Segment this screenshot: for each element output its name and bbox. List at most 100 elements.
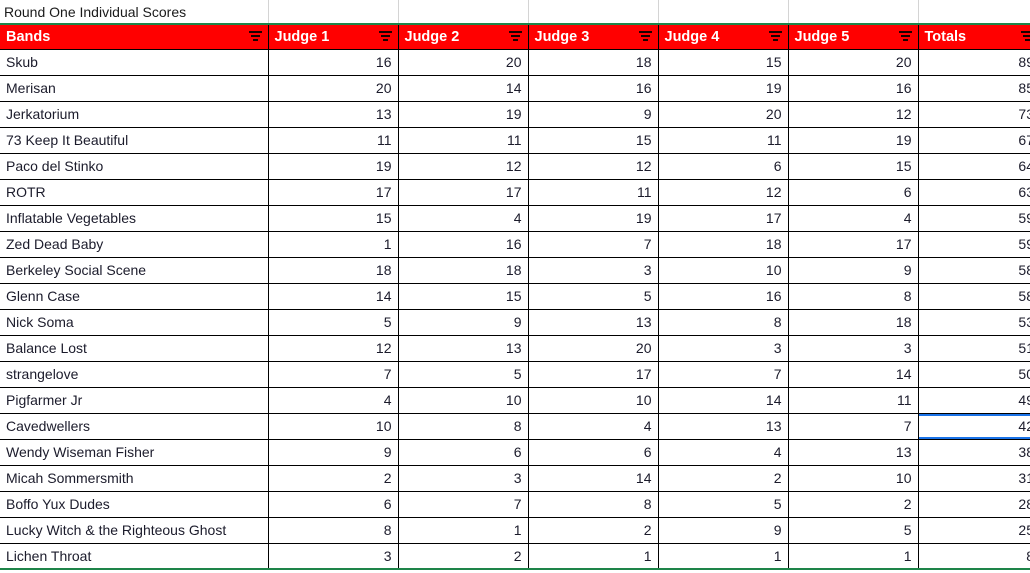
score-cell[interactable]: 51 bbox=[918, 335, 1030, 362]
score-cell[interactable]: 16 bbox=[268, 49, 399, 76]
score-cell[interactable]: 8 bbox=[398, 413, 529, 440]
score-cell[interactable]: 5 bbox=[528, 283, 659, 310]
score-cell[interactable]: 19 bbox=[528, 205, 659, 232]
score-cell[interactable]: 13 bbox=[788, 439, 919, 466]
score-cell[interactable]: 2 bbox=[268, 465, 399, 492]
empty-title-cell[interactable] bbox=[398, 0, 529, 25]
filter-icon[interactable] bbox=[508, 31, 522, 42]
score-cell[interactable]: 85 bbox=[918, 75, 1030, 102]
score-cell[interactable]: 7 bbox=[528, 231, 659, 258]
band-name-cell[interactable]: strangelove bbox=[0, 361, 269, 388]
band-name-cell[interactable]: Merisan bbox=[0, 75, 269, 102]
score-cell[interactable]: 2 bbox=[658, 465, 789, 492]
band-name-cell[interactable]: 73 Keep It Beautiful bbox=[0, 127, 269, 154]
score-cell[interactable]: 59 bbox=[918, 231, 1030, 258]
score-cell[interactable]: 1 bbox=[528, 543, 659, 570]
score-cell[interactable]: 14 bbox=[398, 75, 529, 102]
score-cell[interactable]: 9 bbox=[528, 101, 659, 128]
score-cell[interactable]: 38 bbox=[918, 439, 1030, 466]
empty-title-cell[interactable] bbox=[528, 0, 659, 25]
score-cell[interactable]: 28 bbox=[918, 491, 1030, 518]
band-name-cell[interactable]: Inflatable Vegetables bbox=[0, 205, 269, 232]
filter-icon[interactable] bbox=[248, 31, 262, 42]
score-cell[interactable]: 12 bbox=[788, 101, 919, 128]
score-cell[interactable]: 4 bbox=[528, 413, 659, 440]
score-cell[interactable]: 17 bbox=[658, 205, 789, 232]
score-cell[interactable]: 9 bbox=[268, 439, 399, 466]
score-cell[interactable]: 18 bbox=[268, 257, 399, 284]
score-cell[interactable]: 19 bbox=[658, 75, 789, 102]
score-cell[interactable]: 16 bbox=[398, 231, 529, 258]
band-name-cell[interactable]: Boffo Yux Dudes bbox=[0, 491, 269, 518]
score-cell[interactable]: 9 bbox=[398, 309, 529, 336]
band-name-cell[interactable]: Micah Sommersmith bbox=[0, 465, 269, 492]
score-cell[interactable]: 10 bbox=[528, 387, 659, 414]
score-cell[interactable]: 59 bbox=[918, 205, 1030, 232]
score-cell[interactable]: 12 bbox=[398, 153, 529, 180]
score-cell[interactable]: 14 bbox=[788, 361, 919, 388]
score-cell[interactable]: 15 bbox=[528, 127, 659, 154]
score-cell[interactable]: 1 bbox=[268, 231, 399, 258]
score-cell[interactable]: 13 bbox=[658, 413, 789, 440]
score-cell[interactable]: 3 bbox=[528, 257, 659, 284]
score-cell[interactable]: 6 bbox=[398, 439, 529, 466]
score-cell[interactable]: 17 bbox=[528, 361, 659, 388]
empty-title-cell[interactable] bbox=[268, 0, 399, 25]
column-header-totals[interactable]: Totals bbox=[918, 23, 1030, 50]
score-cell[interactable]: 9 bbox=[788, 257, 919, 284]
score-cell[interactable]: 3 bbox=[658, 335, 789, 362]
score-cell[interactable]: 13 bbox=[398, 335, 529, 362]
band-name-cell[interactable]: Balance Lost bbox=[0, 335, 269, 362]
score-cell[interactable]: 7 bbox=[658, 361, 789, 388]
score-cell[interactable]: 18 bbox=[528, 49, 659, 76]
band-name-cell[interactable]: Skub bbox=[0, 49, 269, 76]
score-cell[interactable]: 5 bbox=[658, 491, 789, 518]
score-cell[interactable]: 8 bbox=[918, 543, 1030, 570]
column-header-judge-4[interactable]: Judge 4 bbox=[658, 23, 789, 50]
score-cell[interactable]: 19 bbox=[788, 127, 919, 154]
band-name-cell[interactable]: Paco del Stinko bbox=[0, 153, 269, 180]
score-cell[interactable]: 11 bbox=[658, 127, 789, 154]
band-name-cell[interactable]: Lichen Throat bbox=[0, 543, 269, 570]
score-cell[interactable]: 17 bbox=[788, 231, 919, 258]
band-name-cell[interactable]: Wendy Wiseman Fisher bbox=[0, 439, 269, 466]
column-header-judge-2[interactable]: Judge 2 bbox=[398, 23, 529, 50]
score-cell[interactable]: 8 bbox=[528, 491, 659, 518]
score-cell[interactable]: 53 bbox=[918, 309, 1030, 336]
score-cell[interactable]: 11 bbox=[528, 179, 659, 206]
score-cell[interactable]: 63 bbox=[918, 179, 1030, 206]
filter-icon[interactable] bbox=[378, 31, 392, 42]
score-cell[interactable]: 15 bbox=[268, 205, 399, 232]
score-cell[interactable]: 20 bbox=[788, 49, 919, 76]
score-cell[interactable]: 73 bbox=[918, 101, 1030, 128]
score-cell[interactable]: 20 bbox=[528, 335, 659, 362]
empty-title-cell[interactable] bbox=[788, 0, 919, 25]
score-cell[interactable]: 89 bbox=[918, 49, 1030, 76]
score-cell[interactable]: 11 bbox=[788, 387, 919, 414]
score-cell[interactable]: 12 bbox=[268, 335, 399, 362]
filter-icon[interactable] bbox=[1021, 31, 1030, 42]
score-cell[interactable]: 11 bbox=[398, 127, 529, 154]
score-cell[interactable]: 15 bbox=[398, 283, 529, 310]
score-cell[interactable]: 18 bbox=[788, 309, 919, 336]
score-cell[interactable]: 20 bbox=[268, 75, 399, 102]
score-cell[interactable]: 2 bbox=[528, 517, 659, 544]
score-cell[interactable]: 18 bbox=[658, 231, 789, 258]
score-cell[interactable]: 58 bbox=[918, 283, 1030, 310]
score-cell[interactable]: 15 bbox=[788, 153, 919, 180]
score-cell[interactable]: 19 bbox=[398, 101, 529, 128]
column-header-judge-1[interactable]: Judge 1 bbox=[268, 23, 399, 50]
score-cell[interactable]: 12 bbox=[658, 179, 789, 206]
score-cell[interactable]: 25 bbox=[918, 517, 1030, 544]
score-cell[interactable]: 10 bbox=[268, 413, 399, 440]
score-cell[interactable]: 1 bbox=[398, 517, 529, 544]
score-cell[interactable]: 67 bbox=[918, 127, 1030, 154]
score-cell[interactable]: 15 bbox=[658, 49, 789, 76]
score-cell[interactable]: 7 bbox=[268, 361, 399, 388]
score-cell[interactable]: 3 bbox=[268, 543, 399, 570]
score-cell[interactable]: 14 bbox=[528, 465, 659, 492]
score-cell[interactable]: 2 bbox=[398, 543, 529, 570]
band-name-cell[interactable]: Berkeley Social Scene bbox=[0, 257, 269, 284]
column-header-bands[interactable]: Bands bbox=[0, 23, 269, 50]
band-name-cell[interactable]: Jerkatorium bbox=[0, 101, 269, 128]
